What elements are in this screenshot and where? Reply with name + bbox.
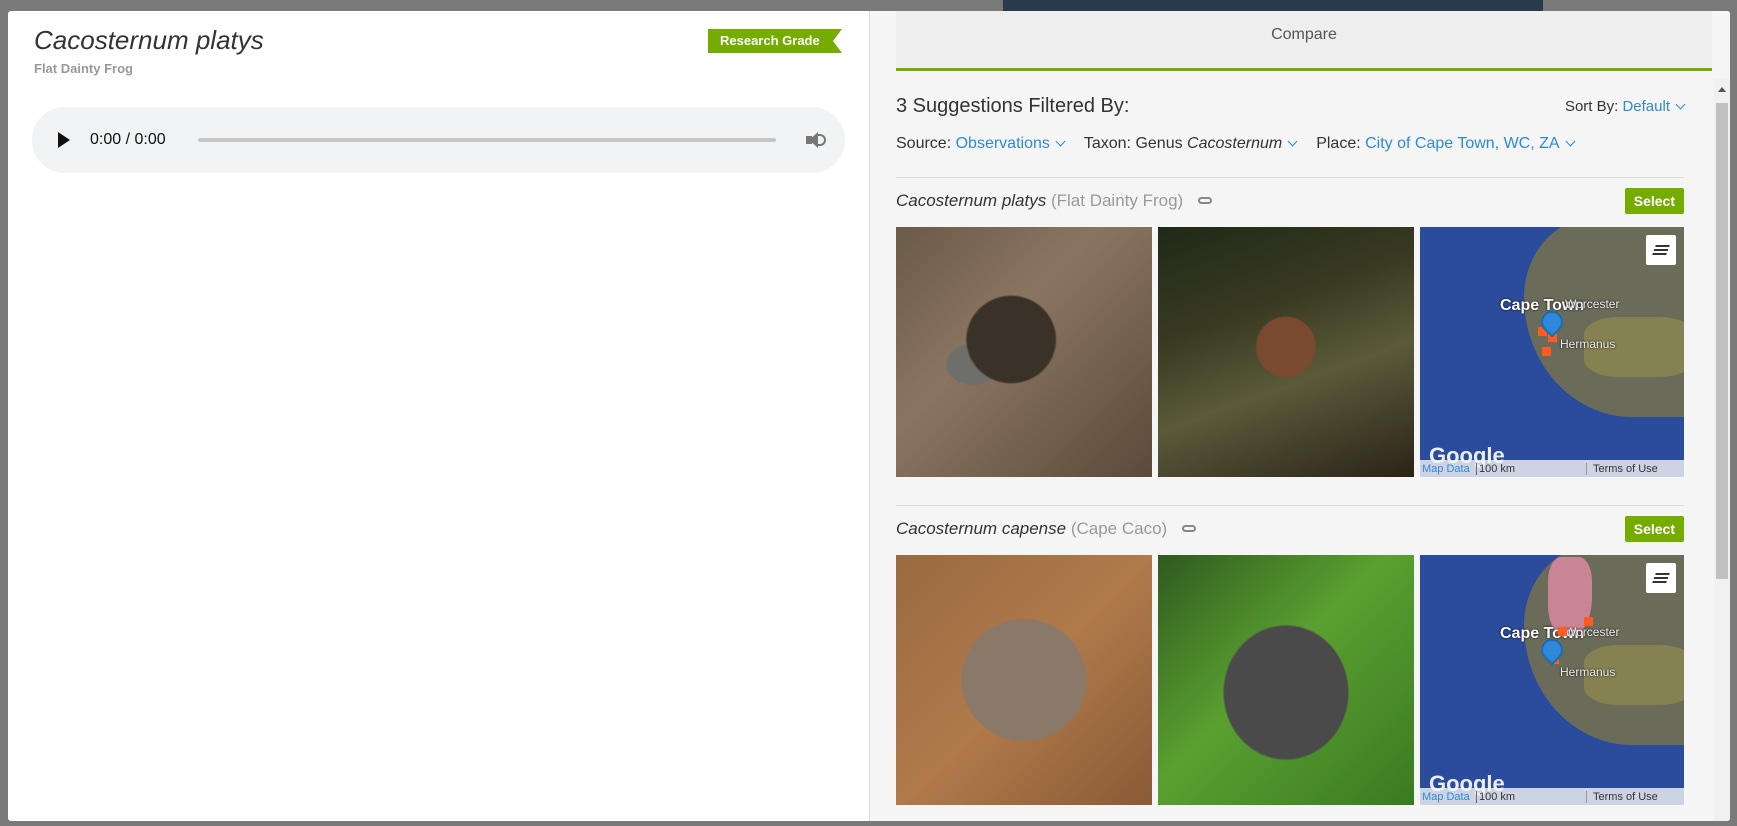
terms-link[interactable]: Terms of Use (1586, 462, 1658, 475)
taxon-value[interactable]: Cacosternum (1187, 135, 1282, 152)
map-scale: 100 km (1476, 462, 1586, 475)
chevron-down-icon (1675, 99, 1686, 110)
observation-common-name: Flat Dainty Frog (34, 61, 133, 76)
scroll-up-icon[interactable] (1718, 87, 1726, 92)
suggestion-header: Cacosternum capense (Cape Caco) Select (896, 515, 1684, 543)
suggestion-name: Cacosternum capense (Cape Caco) (896, 519, 1196, 539)
sort-value[interactable]: Default (1622, 98, 1670, 115)
suggestion-common-name: (Cape Caco) (1070, 519, 1168, 538)
suggestion-common-name: (Flat Dainty Frog) (1050, 191, 1184, 210)
suggestion-card: Cacosternum capense (Cape Caco) Select C… (896, 515, 1684, 805)
taxon-range-map[interactable]: Cape Town Worcester Hermanus Google Map … (1420, 227, 1684, 477)
taxon-range-map[interactable]: Cape Town Worcester Hermanus Google Map … (1420, 555, 1684, 805)
taxon-rank: Genus (1135, 135, 1183, 152)
map-scale: 100 km (1476, 790, 1586, 803)
filter-source[interactable]: Source: Observations (896, 135, 1066, 153)
map-label-worcester: Worcester (1565, 297, 1620, 311)
observation-scientific-name: Cacosternum platys (34, 25, 264, 55)
suggestion-media: Cape Town Worcester Hermanus Google Map … (896, 555, 1684, 805)
suggestion-media: Cape Town Worcester Hermanus Google Map … (896, 227, 1684, 477)
map-layers-icon[interactable] (1646, 563, 1676, 593)
select-button[interactable]: Select (1624, 516, 1684, 542)
filter-place[interactable]: Place: City of Cape Town, WC, ZA (1316, 135, 1576, 153)
compare-panel: Compare 3 Suggestions Filtered By: Sort … (870, 11, 1730, 821)
suggestions-header: 3 Suggestions Filtered By: Sort By: Defa… (896, 95, 1686, 118)
taxon-photo[interactable] (896, 555, 1152, 805)
observation-marker (1542, 347, 1551, 356)
observation-marker (1558, 627, 1567, 636)
volume-icon[interactable] (805, 131, 826, 149)
map-label-worcester: Worcester (1565, 625, 1620, 639)
place-value[interactable]: City of Cape Town, WC, ZA (1365, 135, 1559, 152)
play-icon[interactable] (58, 132, 70, 148)
taxon-photo[interactable] (1158, 555, 1414, 805)
source-value[interactable]: Observations (956, 135, 1050, 152)
source-label: Source: (896, 135, 952, 152)
map-footer: Map Data 100 km Terms of Use (1420, 788, 1684, 805)
scrollbar[interactable] (1714, 79, 1730, 821)
taxon-photo[interactable] (896, 227, 1152, 477)
audio-progress-track[interactable] (197, 138, 776, 142)
divider (896, 177, 1684, 178)
sort-label: Sort By: (1564, 98, 1619, 115)
chevron-down-icon (1565, 136, 1576, 147)
map-data-link[interactable]: Map Data (1420, 463, 1476, 475)
chevron-down-icon (1287, 136, 1298, 147)
sort-control[interactable]: Sort By: Default (1564, 98, 1686, 115)
scrollbar-thumb[interactable] (1716, 103, 1728, 579)
link-icon[interactable] (1181, 525, 1196, 532)
terms-link[interactable]: Terms of Use (1586, 790, 1658, 803)
suggestions-title: 3 Suggestions Filtered By: (896, 95, 1130, 117)
tab-compare[interactable]: Compare (896, 11, 1712, 71)
chevron-down-icon (1055, 136, 1066, 147)
suggestion-scientific-name: Cacosternum platys (896, 191, 1047, 210)
select-button[interactable]: Select (1624, 188, 1684, 214)
divider (896, 505, 1684, 506)
suggestion-header: Cacosternum platys (Flat Dainty Frog) Se… (896, 187, 1684, 215)
taxon-photo[interactable] (1158, 227, 1414, 477)
suggestion-card: Cacosternum platys (Flat Dainty Frog) Se… (896, 187, 1684, 477)
taxon-label: Taxon: (1083, 135, 1131, 152)
observation-panel: Cacosternum platys Flat Dainty Frog Rese… (8, 11, 870, 821)
suggestion-name: Cacosternum platys (Flat Dainty Frog) (896, 191, 1212, 211)
research-grade-badge: Research Grade (708, 29, 842, 53)
map-footer: Map Data 100 km Terms of Use (1420, 460, 1684, 477)
compare-modal: Cacosternum platys Flat Dainty Frog Rese… (8, 11, 1730, 821)
audio-player[interactable]: 0:00 / 0:00 (32, 107, 845, 173)
filter-bar: Source: Observations Taxon: Genus Cacost… (896, 135, 1576, 153)
place-label: Place: (1316, 135, 1361, 152)
link-icon[interactable] (1197, 197, 1212, 204)
map-data-link[interactable]: Map Data (1420, 791, 1476, 803)
map-label-hermanus: Hermanus (1560, 337, 1616, 351)
map-label-hermanus: Hermanus (1560, 665, 1616, 679)
observation-marker (1584, 617, 1593, 626)
filter-taxon[interactable]: Taxon: Genus Cacosternum (1083, 135, 1298, 153)
audio-time: 0:00 / 0:00 (90, 131, 166, 148)
suggestion-scientific-name: Cacosternum capense (896, 519, 1067, 538)
map-layers-icon[interactable] (1646, 235, 1676, 265)
